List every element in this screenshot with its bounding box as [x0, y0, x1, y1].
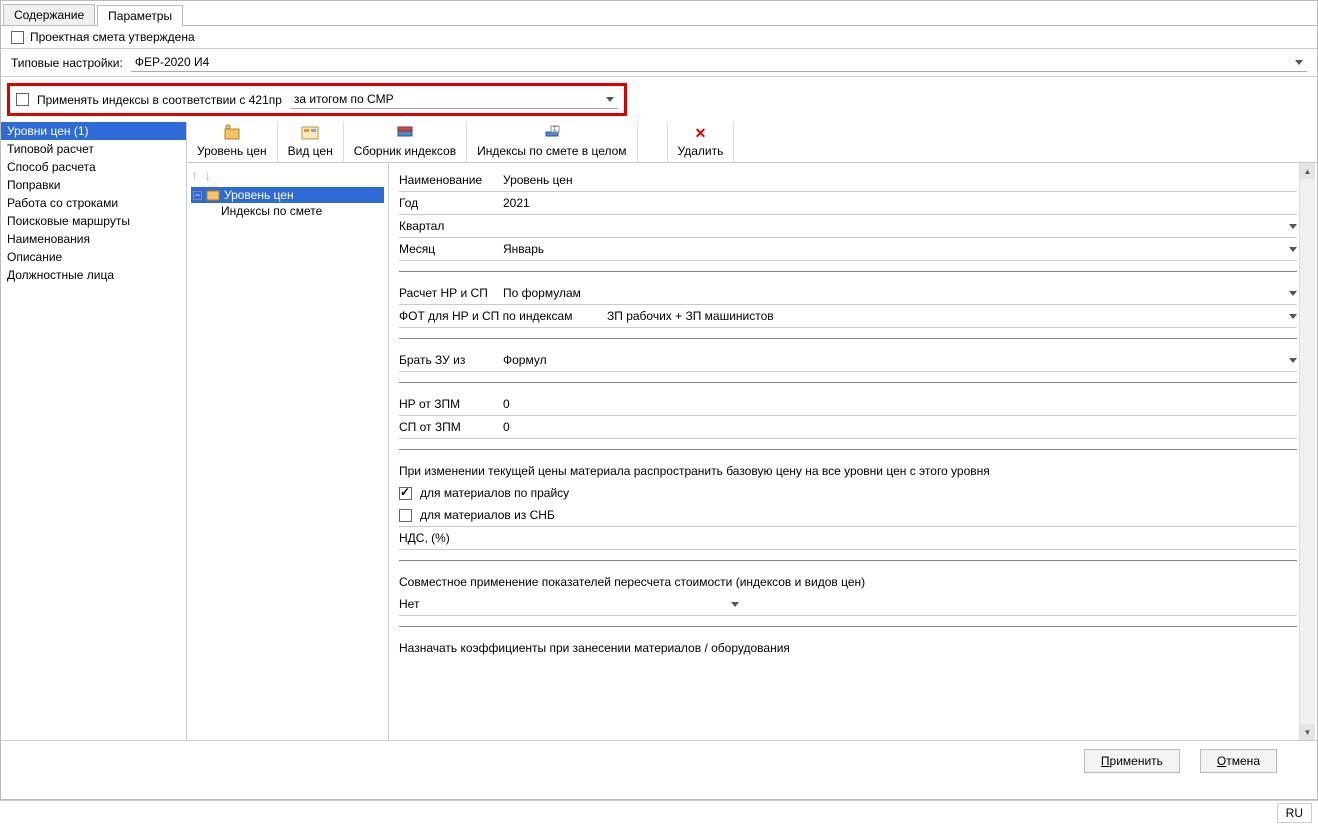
- quarter-label: Квартал: [399, 219, 495, 233]
- nds-label: НДС, (%): [399, 531, 495, 545]
- apply-button[interactable]: Применить: [1084, 749, 1180, 773]
- preset-value: ФЕР-2020 И4: [135, 55, 209, 69]
- calc-label: Расчет НР и СП: [399, 286, 495, 300]
- tree-root[interactable]: − Уровень цен: [191, 187, 384, 203]
- sp-label: СП от ЗПМ: [399, 420, 495, 434]
- tb-delete[interactable]: ✕ Удалить: [668, 122, 735, 162]
- sidebar-item-method[interactable]: Способ расчета: [1, 158, 186, 176]
- zu-combo[interactable]: Формул: [503, 353, 1297, 367]
- chevron-down-icon: [1289, 291, 1297, 296]
- assign-label: Назначать коэффициенты при занесении мат…: [399, 641, 790, 655]
- chevron-down-icon: [606, 97, 614, 102]
- month-label: Месяц: [399, 242, 495, 256]
- vertical-scrollbar[interactable]: ▲ ▼: [1299, 163, 1315, 740]
- sidebar-item-search[interactable]: Поисковые маршруты: [1, 212, 186, 230]
- collection-icon: [354, 124, 456, 142]
- chevron-down-icon: [1289, 358, 1297, 363]
- sidebar-item-typical[interactable]: Типовой расчет: [1, 140, 186, 158]
- tb-level[interactable]: Уровень цен: [187, 122, 278, 162]
- tb-collection[interactable]: Сборник индексов: [344, 122, 467, 162]
- name-label: Наименование: [399, 173, 495, 187]
- mat-snb-label: для материалов из СНБ: [420, 508, 555, 522]
- level-icon: [197, 124, 267, 142]
- tree-root-label: Уровень цен: [224, 188, 294, 202]
- lang-indicator[interactable]: RU: [1277, 803, 1312, 823]
- mat-price-checkbox[interactable]: [399, 487, 412, 500]
- calc-combo[interactable]: По формулам: [503, 286, 1297, 300]
- zu-label: Брать ЗУ из: [399, 353, 495, 367]
- apply-indices-label: Применять индексы в соответствии с 421пр: [37, 93, 282, 107]
- name-field[interactable]: Уровень цен: [503, 173, 1297, 187]
- svg-text:Σ: Σ: [553, 127, 557, 133]
- toolbar: Уровень цен Вид цен Сборник индексов Σ И…: [187, 122, 1317, 163]
- tb-collection-label: Сборник индексов: [354, 144, 456, 158]
- nr-field[interactable]: 0: [503, 397, 1297, 411]
- fot-label: ФОТ для НР и СП по индексам: [399, 309, 599, 323]
- year-label: Год: [399, 196, 495, 210]
- apply-indices-combo[interactable]: за итогом по СМР: [290, 90, 618, 109]
- sidebar-item-officials[interactable]: Должностные лица: [1, 266, 186, 284]
- chevron-down-icon: [1289, 224, 1297, 229]
- sidebar-item-corrections[interactable]: Поправки: [1, 176, 186, 194]
- sidebar: Уровни цен (1) Типовой расчет Способ рас…: [1, 122, 187, 740]
- scroll-up-icon[interactable]: ▲: [1300, 163, 1315, 179]
- view-icon: [288, 124, 333, 142]
- preset-label: Типовые настройки:: [11, 56, 123, 70]
- chevron-down-icon: [1289, 314, 1297, 319]
- tb-indices[interactable]: Σ Индексы по смете в целом: [467, 122, 637, 162]
- sidebar-item-names[interactable]: Наименования: [1, 230, 186, 248]
- scroll-down-icon[interactable]: ▼: [1300, 724, 1315, 740]
- mat-price-label: для материалов по прайсу: [420, 486, 569, 500]
- spread-label: При изменении текущей цены материала рас…: [399, 464, 990, 478]
- nr-label: НР от ЗПМ: [399, 397, 495, 411]
- tab-params[interactable]: Параметры: [97, 5, 183, 26]
- approved-label: Проектная смета утверждена: [30, 30, 195, 44]
- delete-icon: ✕: [678, 124, 724, 142]
- tree-child[interactable]: Индексы по смете: [219, 203, 384, 219]
- apply-indices-checkbox[interactable]: [16, 93, 29, 106]
- chevron-down-icon: [1295, 60, 1303, 65]
- chevron-down-icon: [731, 602, 739, 607]
- joint-combo[interactable]: Нет: [399, 597, 739, 611]
- tb-indices-label: Индексы по смете в целом: [477, 144, 626, 158]
- sidebar-item-levels[interactable]: Уровни цен (1): [1, 122, 186, 140]
- apply-indices-value: за итогом по СМР: [294, 92, 394, 106]
- cancel-button[interactable]: Отмена: [1200, 749, 1277, 773]
- quarter-combo[interactable]: [503, 224, 1297, 229]
- top-tabs: Содержание Параметры: [1, 1, 1317, 26]
- chevron-down-icon: [1289, 247, 1297, 252]
- tb-delete-label: Удалить: [678, 144, 724, 158]
- sidebar-item-desc[interactable]: Описание: [1, 248, 186, 266]
- tree-child-label: Индексы по смете: [221, 204, 322, 218]
- folder-icon: [206, 188, 220, 202]
- preset-combo[interactable]: ФЕР-2020 И4: [131, 53, 1307, 72]
- approved-checkbox[interactable]: [11, 31, 24, 44]
- status-bar: RU: [0, 800, 1318, 825]
- arrow-down-icon[interactable]: ↓: [204, 167, 211, 183]
- fot-combo[interactable]: ЗП рабочих + ЗП машинистов: [607, 309, 1297, 323]
- form-pane: ▲ ▼ Наименование Уровень цен Год 2021 Квар…: [389, 163, 1317, 740]
- collapse-icon[interactable]: −: [193, 191, 202, 200]
- sp-field[interactable]: 0: [503, 420, 1297, 434]
- sidebar-item-rows[interactable]: Работа со строками: [1, 194, 186, 212]
- tb-view-label: Вид цен: [288, 144, 333, 158]
- apply-indices-group: Применять индексы в соответствии с 421пр…: [7, 83, 627, 116]
- tree-pane: ↑ ↓ − Уровень цен Индексы по смете: [187, 163, 389, 740]
- joint-label: Совместное применение показателей пересч…: [399, 575, 865, 589]
- arrow-up-icon[interactable]: ↑: [191, 167, 198, 183]
- tb-view[interactable]: Вид цен: [278, 122, 344, 162]
- indices-icon: Σ: [477, 124, 626, 142]
- tb-level-label: Уровень цен: [197, 144, 267, 158]
- tab-content[interactable]: Содержание: [3, 4, 95, 25]
- year-field[interactable]: 2021: [503, 196, 1297, 210]
- mat-snb-checkbox[interactable]: [399, 509, 412, 522]
- month-combo[interactable]: Январь: [503, 242, 1297, 256]
